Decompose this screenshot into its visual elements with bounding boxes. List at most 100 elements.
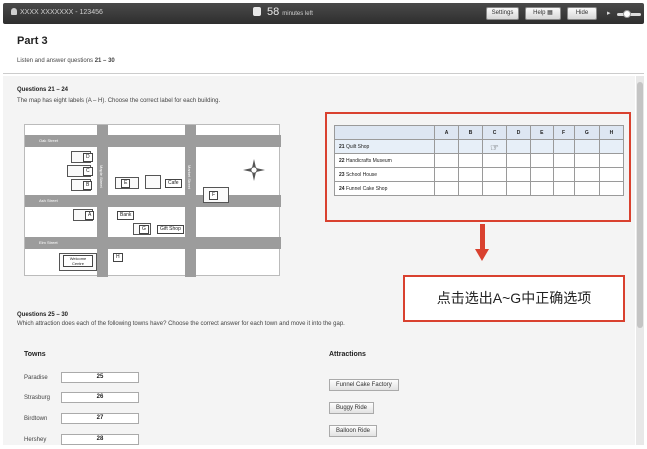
- timer-value: 58: [267, 6, 280, 18]
- grid-row-label: 23 School House: [334, 167, 435, 182]
- grid-cell[interactable]: [458, 167, 483, 182]
- map-label-g: G: [139, 225, 149, 234]
- grid-cell[interactable]: [552, 167, 575, 182]
- grid-cell[interactable]: [506, 167, 531, 182]
- grid-cell[interactable]: [482, 167, 507, 182]
- towns-heading: Towns: [24, 351, 46, 358]
- grid-cell[interactable]: [482, 153, 507, 168]
- help-icon: ▦: [547, 10, 553, 16]
- volume-icon: ▸: [607, 10, 611, 17]
- part-header: Part 3 Listen and answer questions 21 – …: [3, 26, 644, 74]
- street-label-ash: Ash Street: [39, 198, 58, 203]
- question-number: 24: [339, 185, 345, 192]
- grid-cell[interactable]: [458, 181, 483, 196]
- town-name: Paradise: [24, 375, 48, 381]
- grid-cell[interactable]: [552, 153, 575, 168]
- grid-cell[interactable]: [598, 139, 625, 154]
- map-place-cafe: Cafe: [165, 179, 182, 188]
- building-name: Handicrafts Museum: [345, 157, 392, 164]
- grid-cell[interactable]: [552, 181, 575, 196]
- grid-cell[interactable]: [598, 181, 625, 196]
- building-name: School House: [345, 171, 378, 178]
- road-oak: [25, 135, 281, 147]
- grid-row-23: 23 School House: [334, 167, 625, 182]
- grid-cell[interactable]: [458, 139, 483, 154]
- grid-cell[interactable]: [530, 167, 554, 182]
- settings-button[interactable]: Settings: [486, 7, 519, 20]
- map-label-f: F: [209, 191, 219, 200]
- street-label-elm: Elm Street: [39, 240, 58, 245]
- grid-col-h: H: [598, 125, 625, 140]
- candidate-text: XXXX XXXXXXX - 123456: [20, 9, 103, 16]
- grid-cell[interactable]: [573, 139, 600, 154]
- grid-cell[interactable]: [434, 181, 459, 196]
- grid-cell[interactable]: [598, 153, 625, 168]
- map-label-c: C: [83, 167, 93, 176]
- hide-button[interactable]: Hide: [567, 7, 597, 20]
- annotation-arrow-head: [475, 249, 489, 261]
- grid-col-a: A: [434, 125, 459, 140]
- volume-slider-handle[interactable]: [623, 10, 631, 18]
- building-name: Quilt Shop: [345, 143, 370, 150]
- map-image: Oak Street Ash Street Elm Street Maple S…: [24, 124, 281, 277]
- answer-grid: A B C D E F G H 21 Quilt Shop 22 Handicr…: [334, 125, 625, 196]
- grid-row-24: 24 Funnel Cake Shop: [334, 181, 625, 196]
- town-name: Birdtown: [24, 416, 48, 422]
- part-instruction: Listen and answer questions 21 – 30: [17, 58, 115, 64]
- map-place-gift-shop: Gift Shop: [157, 225, 184, 234]
- scrollbar-thumb[interactable]: [637, 82, 643, 328]
- grid-cell[interactable]: [506, 153, 531, 168]
- grid-cell[interactable]: [598, 167, 625, 182]
- grid-cell[interactable]: [434, 153, 459, 168]
- part-title: Part 3: [17, 35, 48, 47]
- attractions-heading: Attractions: [329, 351, 366, 358]
- grid-cell[interactable]: [530, 181, 554, 196]
- grid-cell[interactable]: [573, 153, 600, 168]
- part-instruction-range: 21 – 30: [94, 58, 115, 64]
- grid-col-e: E: [530, 125, 554, 140]
- attraction-option[interactable]: Buggy Ride: [329, 402, 375, 414]
- grid-cell[interactable]: [573, 167, 600, 182]
- street-label-market: Market Street: [187, 165, 192, 190]
- grid-header-blank: [334, 125, 435, 140]
- grid-col-b: B: [458, 125, 483, 140]
- grid-col-d: D: [506, 125, 531, 140]
- grid-header-row: A B C D E F G H: [334, 125, 625, 140]
- grid-cell[interactable]: [530, 153, 554, 168]
- map-place-welcome-centre: Welcome Centre: [63, 255, 93, 267]
- grid-row-label: 24 Funnel Cake Shop: [334, 181, 435, 196]
- street-label-oak: Oak Street: [39, 138, 59, 143]
- person-icon: [11, 8, 17, 15]
- answer-drop-box[interactable]: 27: [61, 413, 139, 424]
- map-place-bank: Bank: [117, 211, 135, 220]
- grid-cell[interactable]: [434, 167, 459, 182]
- help-button[interactable]: Help ▦: [525, 7, 561, 20]
- answer-drop-box[interactable]: 28: [61, 434, 139, 445]
- street-label-maple: Maple Street: [99, 165, 104, 188]
- grid-row-21: 21 Quilt Shop: [334, 139, 625, 154]
- grid-cell[interactable]: [573, 181, 600, 196]
- grid-cell[interactable]: [458, 153, 483, 168]
- grid-cell[interactable]: [482, 181, 507, 196]
- grid-col-f: F: [552, 125, 575, 140]
- grid-col-c: C: [482, 125, 507, 140]
- answer-drop-box[interactable]: 26: [61, 392, 139, 403]
- attraction-option[interactable]: Balloon Ride: [329, 425, 378, 437]
- town-name: Hershey: [24, 437, 47, 443]
- grid-cell[interactable]: [530, 139, 554, 154]
- grid-cell[interactable]: [434, 139, 459, 154]
- map-label-a: A: [85, 211, 95, 220]
- road-elm: [25, 237, 281, 249]
- map-label-h: H: [113, 253, 123, 262]
- map-label-d: D: [83, 153, 93, 162]
- answer-drop-box[interactable]: 25: [61, 372, 139, 383]
- attraction-option[interactable]: Funnel Cake Factory: [329, 379, 399, 391]
- help-label: Help: [533, 10, 546, 16]
- map-label-e: E: [121, 179, 131, 188]
- grid-cell[interactable]: [506, 181, 531, 196]
- question-number: 22: [339, 157, 345, 164]
- grid-cell[interactable]: [552, 139, 575, 154]
- clock-icon: [253, 7, 261, 16]
- hand-cursor-icon: ☞: [490, 143, 499, 154]
- grid-cell[interactable]: [506, 139, 531, 154]
